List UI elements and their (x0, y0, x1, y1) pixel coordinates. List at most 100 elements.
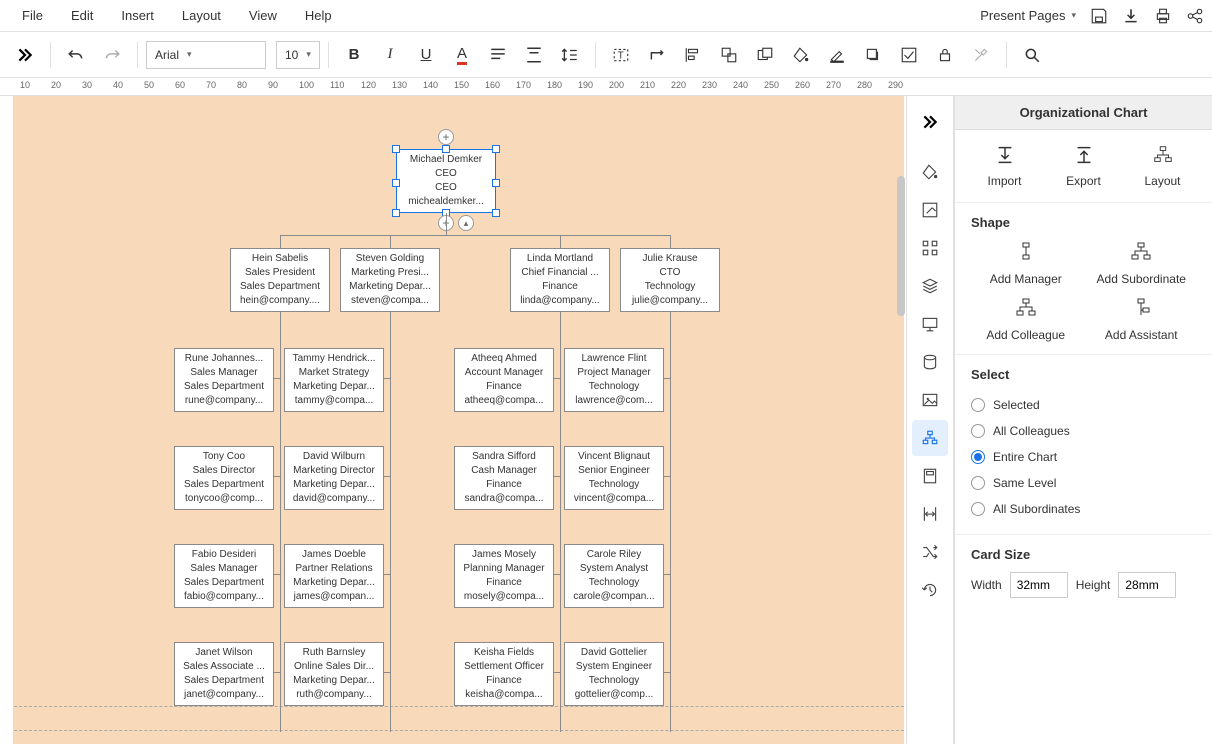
fontsize-select[interactable]: 10▾ (276, 41, 320, 69)
add-subordinate-button[interactable]: Add Subordinate (1087, 240, 1197, 286)
align-para-button[interactable] (481, 38, 515, 72)
org-node[interactable]: Linda MortlandChief Financial ...Finance… (510, 248, 610, 312)
add-colleague-button[interactable]: Add Colleague (971, 296, 1081, 342)
presentation-icon[interactable] (912, 306, 948, 342)
radio-same-level[interactable]: Same Level (971, 470, 1196, 496)
align-objects-button[interactable] (676, 38, 710, 72)
save-icon[interactable] (1090, 7, 1108, 25)
connector (664, 574, 670, 575)
share-icon[interactable] (1186, 7, 1204, 25)
radio-selected[interactable]: Selected (971, 392, 1196, 418)
layout-button[interactable]: Layout (1123, 144, 1202, 188)
tools-button[interactable] (964, 38, 998, 72)
layers-icon[interactable] (912, 268, 948, 304)
org-node[interactable]: Janet WilsonSales Associate ...Sales Dep… (174, 642, 274, 706)
org-node[interactable]: Lawrence FlintProject ManagerTechnologyl… (564, 348, 664, 412)
group-button[interactable] (712, 38, 746, 72)
selection-handle[interactable] (492, 209, 500, 217)
selection-handle[interactable] (392, 209, 400, 217)
checkbox-button[interactable] (892, 38, 926, 72)
org-node[interactable]: David GottelierSystem EngineerTechnology… (564, 642, 664, 706)
present-pages-button[interactable]: Present Pages ▾ (974, 8, 1076, 23)
height-input[interactable] (1118, 572, 1176, 598)
underline-button[interactable]: U (409, 38, 443, 72)
org-chart-icon[interactable] (912, 420, 948, 456)
org-node[interactable]: Julie KrauseCTOTechnologyjulie@company..… (620, 248, 720, 312)
ruler-tick: 130 (392, 80, 407, 90)
org-node[interactable]: Tony CooSales DirectorSales Departmentto… (174, 446, 274, 510)
data-icon[interactable] (912, 344, 948, 380)
org-node[interactable]: David WilburnMarketing DirectorMarketing… (284, 446, 384, 510)
undo-button[interactable] (59, 38, 93, 72)
org-node[interactable]: Keisha FieldsSettlement OfficerFinanceke… (454, 642, 554, 706)
org-node[interactable]: James MoselyPlanning ManagerFinancemosel… (454, 544, 554, 608)
menu-layout[interactable]: Layout (168, 2, 235, 29)
export-button[interactable]: Export (1044, 144, 1123, 188)
selection-handle[interactable] (442, 145, 450, 153)
expand-icon[interactable] (8, 38, 42, 72)
org-node[interactable]: Tammy Hendrick...Market StrategyMarketin… (284, 348, 384, 412)
org-node[interactable]: Hein SabelisSales PresidentSales Departm… (230, 248, 330, 312)
org-node[interactable]: Ruth BarnsleyOnline Sales Dir...Marketin… (284, 642, 384, 706)
download-icon[interactable] (1122, 7, 1140, 25)
shadow-button[interactable] (856, 38, 890, 72)
fill-button[interactable] (784, 38, 818, 72)
image-icon[interactable] (912, 382, 948, 418)
fill-tool-icon[interactable] (912, 154, 948, 190)
arrange-button[interactable] (748, 38, 782, 72)
radio-all-colleagues[interactable]: All Colleagues (971, 418, 1196, 444)
plus-top-button[interactable]: + (438, 129, 454, 145)
collapse-button[interactable]: ▴ (458, 215, 474, 231)
org-node[interactable]: Michael DemkerCEOCEOmichealdemker... (396, 149, 496, 213)
add-manager-button[interactable]: Add Manager (971, 240, 1081, 286)
radio-entire-chart[interactable]: Entire Chart (971, 444, 1196, 470)
bold-button[interactable]: B (337, 38, 371, 72)
canvas-scroll[interactable]: Michael DemkerCEOCEOmichealdemker...++▴H… (14, 96, 906, 744)
node-dept: Sales Department (177, 380, 271, 394)
print-icon[interactable] (1154, 7, 1172, 25)
add-assistant-button[interactable]: Add Assistant (1087, 296, 1197, 342)
redo-button[interactable] (95, 38, 129, 72)
radio-all-subordinates[interactable]: All Subordinates (971, 496, 1196, 522)
menu-file[interactable]: File (8, 2, 57, 29)
node-name: Linda Mortland (513, 252, 607, 266)
ruler-tick: 90 (268, 80, 278, 90)
connector-button[interactable] (640, 38, 674, 72)
menu-edit[interactable]: Edit (57, 2, 107, 29)
insert-symbol-icon[interactable] (912, 192, 948, 228)
shuffle-icon[interactable] (912, 534, 948, 570)
selection-handle[interactable] (492, 179, 500, 187)
menu-insert[interactable]: Insert (107, 2, 168, 29)
selection-handle[interactable] (392, 145, 400, 153)
selection-handle[interactable] (392, 179, 400, 187)
lock-button[interactable] (928, 38, 962, 72)
org-node[interactable]: Vincent BlignautSenior EngineerTechnolog… (564, 446, 664, 510)
line-spacing-button[interactable] (553, 38, 587, 72)
org-node[interactable]: Sandra SiffordCash ManagerFinancesandra@… (454, 446, 554, 510)
collapse-panel-icon[interactable] (912, 104, 948, 140)
search-button[interactable] (1015, 38, 1049, 72)
org-node[interactable]: Fabio DesideriSales ManagerSales Departm… (174, 544, 274, 608)
org-node[interactable]: Atheeq AhmedAccount ManagerFinanceatheeq… (454, 348, 554, 412)
org-node[interactable]: James DoeblePartner RelationsMarketing D… (284, 544, 384, 608)
components-icon[interactable] (912, 230, 948, 266)
text-box-button[interactable]: T (604, 38, 638, 72)
history-icon[interactable] (912, 572, 948, 608)
menu-view[interactable]: View (235, 2, 291, 29)
org-node[interactable]: Carole RileySystem AnalystTechnologycaro… (564, 544, 664, 608)
canvas[interactable]: Michael DemkerCEOCEOmichealdemker...++▴H… (14, 96, 904, 744)
line-color-button[interactable] (820, 38, 854, 72)
org-node[interactable]: Rune Johannes...Sales ManagerSales Depar… (174, 348, 274, 412)
font-select[interactable]: Arial▾ (146, 41, 266, 69)
page-icon[interactable] (912, 458, 948, 494)
selection-handle[interactable] (492, 145, 500, 153)
width-input[interactable] (1010, 572, 1068, 598)
menu-help[interactable]: Help (291, 2, 346, 29)
align-vert-button[interactable] (517, 38, 551, 72)
org-node[interactable]: Steven GoldingMarketing Presi...Marketin… (340, 248, 440, 312)
italic-button[interactable]: I (373, 38, 407, 72)
import-button[interactable]: Import (965, 144, 1044, 188)
font-color-button[interactable]: A (445, 38, 479, 72)
spacing-icon[interactable] (912, 496, 948, 532)
connector (280, 235, 670, 236)
